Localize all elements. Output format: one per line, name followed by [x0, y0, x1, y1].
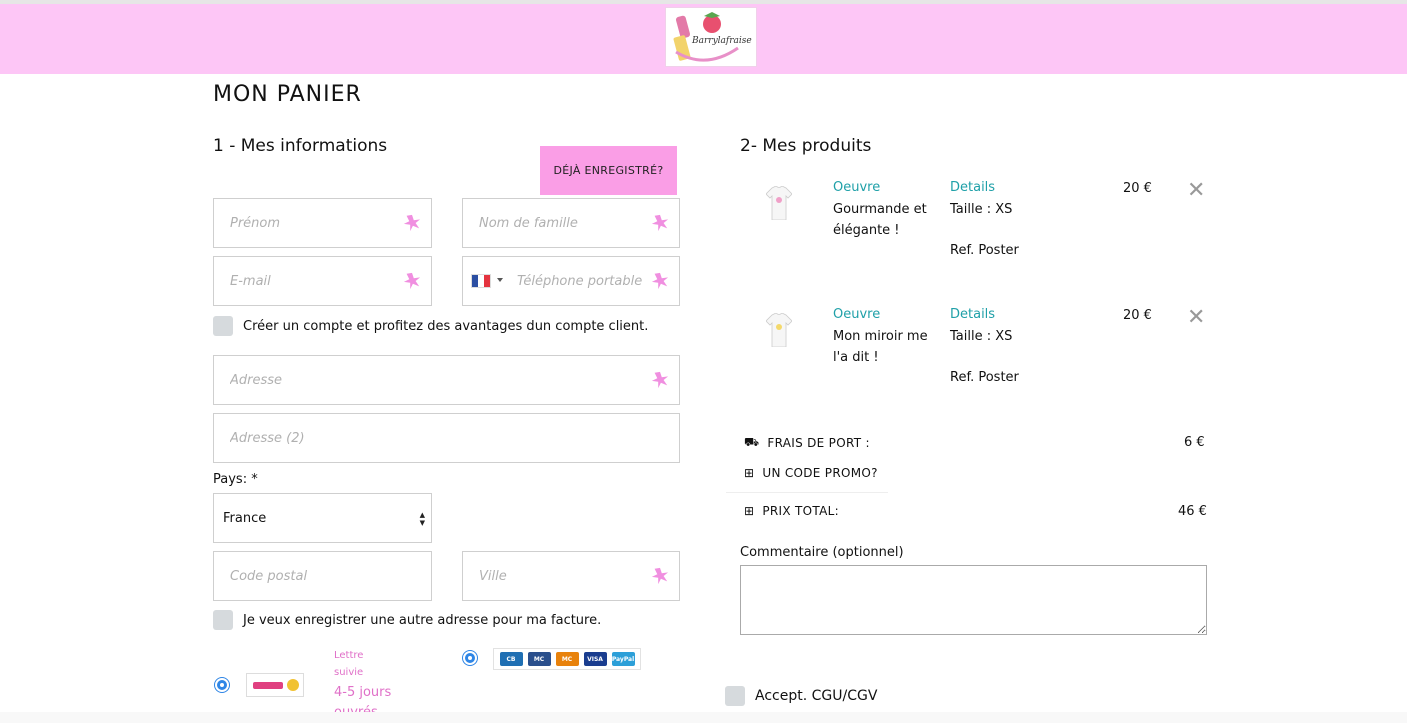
create-account-row: Créer un compte et profitez des avantage…: [213, 316, 648, 336]
firstname-input[interactable]: [214, 199, 431, 247]
cgv-checkbox[interactable]: [725, 686, 745, 706]
mastercard-icon: MC: [527, 652, 551, 666]
country-value: France: [223, 510, 267, 526]
product-2-link[interactable]: Oeuvre: [833, 307, 880, 322]
remove-product-2-icon[interactable]: ✕: [1187, 307, 1205, 329]
shipping-cost-row: ⛟ FRAIS DE PORT :: [744, 435, 870, 451]
payment-cards-icon: CB MC MC VISA PayPal: [493, 648, 641, 670]
product-1-details-link[interactable]: Details: [950, 180, 995, 195]
postal-input[interactable]: [214, 552, 431, 600]
payment-radio[interactable]: [463, 651, 477, 665]
total-row: ⊞ PRIX TOTAL:: [744, 504, 839, 518]
product-1-name: Gourmande et élégante !: [833, 202, 927, 238]
product-1-size: Taille : XS: [950, 202, 1013, 217]
promo-code-row[interactable]: ⊞ UN CODE PROMO?: [744, 466, 878, 480]
cgv-row: Accept. CGU/CGV: [725, 686, 877, 706]
country-select[interactable]: France ▲ ▼: [213, 493, 432, 543]
product-1-price: 20 €: [1123, 181, 1152, 196]
other-address-row: Je veux enregistrer une autre adresse po…: [213, 610, 601, 630]
shipping-radio[interactable]: [215, 678, 229, 692]
total-label: PRIX TOTAL:: [762, 504, 839, 518]
required-asterisk-icon: [403, 214, 421, 232]
city-field: [462, 551, 680, 601]
gift-icon: ⊞: [744, 504, 755, 518]
site-header: Barrylafraise: [0, 4, 1407, 74]
phone-field: [462, 256, 680, 306]
required-asterisk-icon: [651, 371, 669, 389]
create-account-label: Créer un compte et profitez des avantage…: [243, 318, 649, 334]
address-input[interactable]: [214, 356, 679, 404]
select-arrows-icon: ▲ ▼: [419, 511, 425, 527]
other-address-checkbox[interactable]: [213, 610, 233, 630]
lastname-input[interactable]: [463, 199, 679, 247]
required-asterisk-icon: [403, 272, 421, 290]
comment-textarea[interactable]: [740, 565, 1207, 635]
shipping-option-name: Lettre suivie: [334, 650, 364, 678]
address2-input[interactable]: [214, 414, 679, 462]
tshirt-thumbnail-icon[interactable]: [766, 313, 792, 347]
visa-icon: VISA: [583, 652, 607, 666]
postal-field: [213, 551, 432, 601]
total-value: 46 €: [1178, 504, 1207, 519]
section-title-products: 2- Mes produits: [740, 136, 872, 156]
lastname-field: [462, 198, 680, 248]
email-input[interactable]: [214, 257, 431, 305]
product-1-link[interactable]: Oeuvre: [833, 180, 880, 195]
product-2-price: 20 €: [1123, 308, 1152, 323]
promo-code-label: UN CODE PROMO?: [762, 466, 878, 480]
gift-icon: ⊞: [744, 466, 755, 480]
cb-card-icon: CB: [499, 652, 523, 666]
product-2-size: Taille : XS: [950, 329, 1013, 344]
product-2-ref: Ref. Poster: [950, 370, 1019, 385]
create-account-checkbox[interactable]: [213, 316, 233, 336]
chevron-down-icon[interactable]: [497, 278, 503, 282]
required-asterisk-icon: [651, 214, 669, 232]
city-input[interactable]: [463, 552, 679, 600]
email-field: [213, 256, 432, 306]
shipping-cost-label: FRAIS DE PORT :: [767, 436, 870, 450]
product-2-name: Mon miroir me l'a dit !: [833, 329, 928, 365]
paypal-icon: PayPal: [611, 652, 635, 666]
site-logo[interactable]: Barrylafraise: [665, 7, 757, 67]
address-field: [213, 355, 680, 405]
france-flag-icon[interactable]: [471, 274, 491, 288]
other-address-label: Je veux enregistrer une autre adresse po…: [243, 612, 602, 628]
section-title-info: 1 - Mes informations: [213, 136, 388, 156]
cgv-label: Accept. CGU/CGV: [755, 688, 878, 704]
country-label: Pays: *: [213, 472, 258, 487]
page-title: MON PANIER: [213, 82, 362, 107]
la-poste-logo-icon: [246, 673, 304, 697]
bottom-fade: [0, 712, 1407, 723]
remove-product-1-icon[interactable]: ✕: [1187, 180, 1205, 202]
required-asterisk-icon: [651, 272, 669, 290]
truck-icon: ⛟: [744, 435, 760, 449]
already-registered-button[interactable]: DÉJÀ ENREGISTRÉ?: [540, 146, 677, 195]
shipping-cost-value: 6 €: [1184, 435, 1205, 450]
maestro-icon: MC: [555, 652, 579, 666]
product-2-details-link[interactable]: Details: [950, 307, 995, 322]
firstname-field: [213, 198, 432, 248]
address2-field: [213, 413, 680, 463]
logo-text: Barrylafraise: [692, 36, 752, 46]
phone-input[interactable]: [463, 257, 679, 305]
product-1-ref: Ref. Poster: [950, 243, 1019, 258]
comment-label: Commentaire (optionnel): [740, 545, 904, 560]
required-asterisk-icon: [651, 567, 669, 585]
tshirt-thumbnail-icon[interactable]: [766, 186, 792, 220]
